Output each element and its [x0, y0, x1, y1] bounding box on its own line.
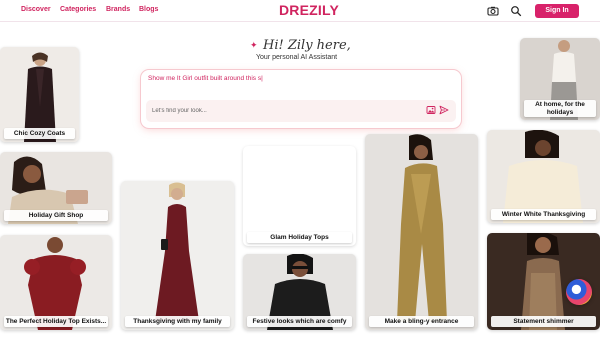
top-nav: Discover Categories Brands Blogs DREZILY… [0, 0, 600, 22]
camera-icon[interactable] [487, 5, 499, 17]
card-glam-holiday-tops[interactable]: Glam Holiday Tops [243, 146, 356, 246]
image-upload-icon[interactable] [426, 105, 436, 115]
card-label: Chic Cozy Coats [4, 128, 75, 139]
card-label: Holiday Gift Shop [4, 210, 108, 221]
suggested-prompt[interactable]: Show me It Girl outfit built around this… [148, 75, 263, 82]
card-holiday-gift-shop[interactable]: Holiday Gift Shop [0, 152, 112, 224]
drezily-logo[interactable]: DREZILY [279, 2, 339, 18]
assistant-greeting: Hi! Zily here, [263, 38, 351, 53]
nav-discover[interactable]: Discover [21, 6, 51, 13]
card-label: Festive looks which are comfy [247, 316, 352, 327]
card-label: Statement shimmer [491, 316, 596, 327]
card-label: Winter White Thanksgiving [491, 209, 596, 220]
nav-blogs[interactable]: Blogs [139, 6, 158, 13]
card-winter-white[interactable]: Winter White Thanksgiving [487, 130, 600, 223]
card-label: Glam Holiday Tops [247, 232, 352, 243]
card-thanksgiving-family[interactable]: Thanksgiving with my family [121, 181, 234, 330]
sign-in-button[interactable]: Sign In [535, 4, 579, 18]
card-label: Make a bling-y entrance [369, 316, 474, 327]
card-label: Thanksgiving with my family [125, 316, 230, 327]
card-chic-cozy-coats[interactable]: Chic Cozy Coats [0, 47, 79, 142]
gold-jumpsuit-photo [365, 134, 478, 330]
nav-categories[interactable]: Categories [60, 6, 96, 13]
card-label: At home, for the holidays [524, 100, 596, 117]
assistant-subtitle: Your personal AI Assistant [256, 54, 338, 61]
chat-assistant-fab-icon[interactable] [566, 279, 592, 305]
card-at-home-holidays[interactable]: At home, for the holidays [520, 38, 600, 120]
burgundy-dress-photo [121, 181, 234, 330]
card-festive-looks[interactable]: Festive looks which are comfy [243, 254, 356, 330]
send-icon[interactable] [439, 105, 449, 115]
card-label: The Perfect Holiday Top Exists... [4, 316, 108, 327]
nav-brands[interactable]: Brands [106, 6, 130, 13]
sparkle-icon: ✦ [250, 40, 258, 50]
assistant-input[interactable] [152, 106, 412, 116]
card-bling-entrance[interactable]: Make a bling-y entrance [365, 134, 478, 330]
search-icon[interactable] [510, 5, 522, 17]
card-perfect-holiday-top[interactable]: The Perfect Holiday Top Exists... [0, 235, 112, 330]
